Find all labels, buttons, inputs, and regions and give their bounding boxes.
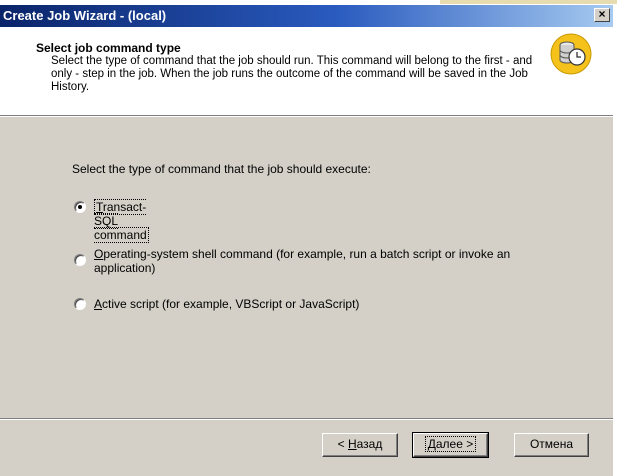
close-icon: × [598,7,606,21]
database-clock-icon [550,33,592,75]
page-description: Select the type of command that the job … [51,55,533,93]
footer-divider-highlight [0,419,613,420]
back-button[interactable]: < Назад [322,433,398,457]
wizard-header: Select job command type Select the type … [0,27,613,115]
page-title: Select job command type [36,41,181,55]
option-os-shell-label[interactable]: Operating-system shell command (for exam… [94,247,554,275]
cancel-button[interactable]: Отмена [514,433,589,457]
title-bar[interactable]: Create Job Wizard - (local) × [0,5,613,27]
radio-os-shell[interactable] [74,254,86,266]
close-button[interactable]: × [594,8,610,22]
radio-transact-sql[interactable] [74,201,86,213]
option-transact-sql-label[interactable]: Transact-SQL command [94,199,149,243]
window-title: Create Job Wizard - (local) [3,8,167,23]
command-type-prompt: Select the type of command that the job … [72,162,371,176]
wizard-body: Select the type of command that the job … [0,117,613,476]
window-edge [613,5,617,476]
option-active-script-label[interactable]: Active script (for example, VBScript or … [94,297,359,311]
next-button[interactable]: Далее > [412,432,489,458]
radio-selected-dot [78,205,82,209]
radio-active-script[interactable] [74,298,86,310]
background-stripe [440,0,617,4]
